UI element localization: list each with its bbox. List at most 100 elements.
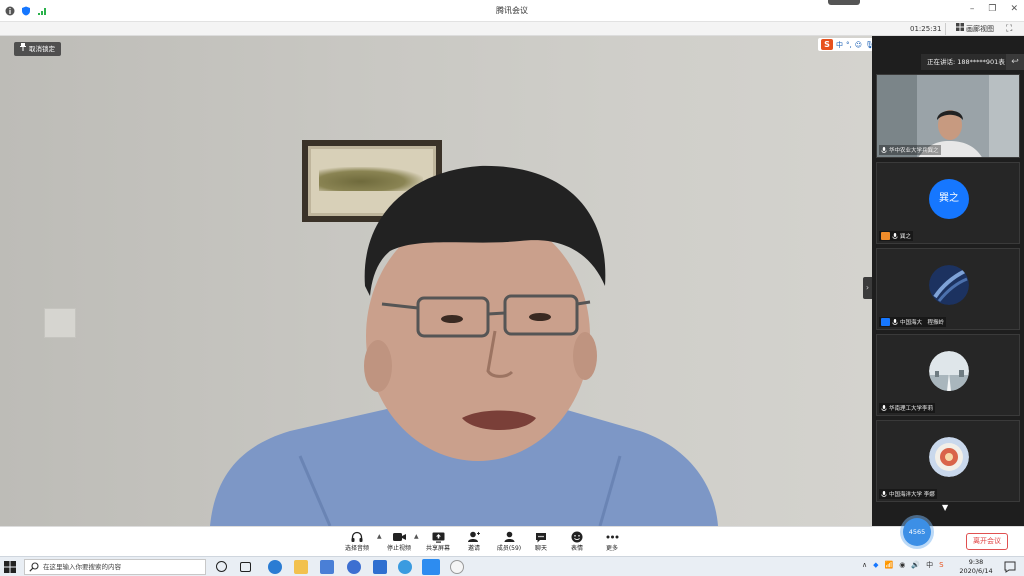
share-screen-icon	[432, 532, 444, 543]
mail-icon[interactable]	[373, 560, 387, 574]
speaking-label: 正在讲话: 188*****901表	[927, 58, 1005, 66]
share-screen-button[interactable]: 共享屏幕	[421, 530, 455, 556]
emoji-face-icon[interactable]: ☺	[855, 41, 862, 49]
system-tray: ∧ ◆ 📶 ◉ 🔊 中 S	[862, 560, 944, 570]
leave-meeting-button[interactable]: 离开会议	[966, 533, 1008, 550]
window-title: 腾讯会议	[496, 6, 528, 15]
avatar: 巽之	[929, 179, 969, 219]
invite-icon	[468, 531, 480, 542]
members-button[interactable]: 成员(59)	[492, 530, 526, 556]
emoji-button[interactable]: 表情	[560, 530, 594, 556]
close-icon[interactable]: ✕	[1010, 4, 1018, 14]
members-label: 成员(59)	[496, 545, 522, 552]
punctuation-icon[interactable]: °,	[846, 41, 852, 49]
app-white-circle-icon[interactable]	[450, 560, 464, 574]
video-options-caret-icon[interactable]: ▲	[414, 533, 419, 540]
restore-icon[interactable]: ❐	[988, 4, 996, 14]
floating-network-badge[interactable]: 4565	[903, 518, 931, 546]
wifi-icon[interactable]: 📶	[885, 561, 894, 569]
participant-tile[interactable]: 中国海洋大学 李娜	[876, 420, 1020, 502]
participant-tile[interactable]: 华南理工大学李莉	[876, 334, 1020, 416]
audio-options-caret-icon[interactable]: ▲	[377, 533, 382, 540]
avatar	[929, 265, 969, 305]
tencent-meeting-taskbar-icon[interactable]	[422, 559, 440, 575]
participant-name: 巽之	[900, 234, 912, 240]
avatar	[929, 437, 969, 477]
gallery-view-button[interactable]: 画廊视图	[956, 23, 994, 35]
cortana-icon[interactable]	[216, 561, 227, 572]
video-label: 停止视频	[386, 545, 411, 552]
windows-start-icon[interactable]	[4, 561, 16, 573]
minimize-icon[interactable]: –	[970, 4, 975, 14]
participant-name: 中国海大 程振岭	[900, 320, 945, 326]
back-arrow-icon[interactable]: ↩	[1006, 54, 1024, 70]
participant-name-row: 中国海大 程振岭	[879, 317, 947, 327]
qq-icon[interactable]: ◉	[899, 561, 905, 569]
participant-tile[interactable]: 中国海大 程振岭	[876, 248, 1020, 330]
defender-icon[interactable]: ◆	[873, 561, 878, 569]
gallery-view-label: 画廊视图	[966, 25, 994, 33]
taskbar-search-input[interactable]: 在这里输入你要搜索的内容	[24, 559, 206, 575]
participant-tile[interactable]: 巽之 巽之	[876, 162, 1020, 244]
host-badge-icon	[881, 232, 890, 240]
ime-mode-label[interactable]: 中	[836, 40, 843, 50]
file-explorer-icon[interactable]	[294, 560, 308, 574]
windows-taskbar: 在这里输入你要搜索的内容 ∧ ◆ 📶 ◉ 🔊 中 S 9:38 2020/6/1…	[0, 556, 1024, 576]
volume-icon[interactable]: 🔊	[911, 561, 920, 569]
fullscreen-icon[interactable]: ⛶	[1006, 23, 1012, 35]
audio-button[interactable]: 选择音频	[340, 530, 374, 556]
task-view-icon[interactable]	[240, 562, 251, 572]
meeting-timer: 01:25:31	[906, 23, 947, 35]
ie-browser-icon[interactable]	[398, 560, 412, 574]
participant-tile[interactable]: 华中农业大学兵巽之	[876, 74, 1020, 158]
meeting-info-strip: 01:25:31 画廊视图 ⛶	[0, 22, 1024, 36]
edge-browser-icon[interactable]	[268, 560, 282, 574]
participant-name-row: 中国海洋大学 李娜	[879, 489, 937, 499]
speaker-figure	[210, 165, 718, 526]
participant-name: 中国海洋大学 李娜	[889, 492, 935, 498]
video-button[interactable]: 停止视频	[382, 530, 416, 556]
avatar	[929, 351, 969, 391]
chat-button[interactable]: 聊天	[524, 530, 558, 556]
taskbar-search-placeholder: 在这里输入你要搜索的内容	[43, 563, 121, 571]
window-controls: – ❐ ✕	[970, 4, 1018, 14]
language-icon[interactable]: 中	[926, 560, 933, 570]
participant-name-row: 华南理工大学李莉	[879, 403, 936, 413]
audio-label: 选择音频	[344, 545, 369, 552]
grid-icon	[956, 23, 964, 35]
app-l-icon[interactable]	[347, 560, 361, 574]
invite-button[interactable]: 邀请	[457, 530, 491, 556]
emoji-icon	[571, 531, 583, 543]
more-button[interactable]: 更多	[595, 530, 629, 556]
share-screen-label: 共享屏幕	[425, 545, 450, 552]
main-video[interactable]: 取消锁定 ›	[0, 36, 872, 526]
more-icon	[606, 535, 618, 539]
chat-label: 聊天	[534, 545, 547, 552]
sogou-logo-icon: S	[821, 39, 833, 50]
cohost-badge-icon	[881, 318, 890, 326]
headset-icon	[351, 531, 363, 542]
clock-time: 9:38	[968, 558, 984, 566]
participant-name: 华南理工大学李莉	[889, 406, 934, 412]
sidebar-collapse-arrow[interactable]: ›	[863, 277, 872, 299]
store-icon[interactable]	[320, 560, 334, 574]
drag-handle[interactable]	[828, 0, 860, 5]
notification-center-icon[interactable]	[1004, 561, 1016, 573]
title-bar: 腾讯会议 – ❐ ✕	[0, 0, 1024, 22]
unlock-pin-button[interactable]: 取消锁定	[14, 42, 61, 56]
search-icon	[29, 562, 39, 572]
mic-icon	[881, 490, 887, 498]
tray-expand-icon[interactable]: ∧	[862, 561, 867, 569]
mic-icon	[892, 318, 898, 326]
unlock-label: 取消锁定	[29, 45, 55, 53]
speaking-indicator: 正在讲话: 188*****901表 ↩	[921, 54, 1024, 70]
camera-icon	[392, 533, 406, 541]
participant-name-row: 华中农业大学兵巽之	[879, 145, 941, 155]
taskbar-clock[interactable]: 9:38 2020/6/14	[956, 558, 996, 575]
mic-icon	[881, 146, 887, 154]
members-icon	[504, 531, 514, 542]
participant-name: 华中农业大学兵巽之	[889, 148, 939, 154]
participant-name-row: 巽之	[879, 231, 914, 241]
sogou-tray-icon[interactable]: S	[939, 561, 943, 569]
scroll-down-arrow-icon[interactable]: ▼	[942, 503, 948, 512]
